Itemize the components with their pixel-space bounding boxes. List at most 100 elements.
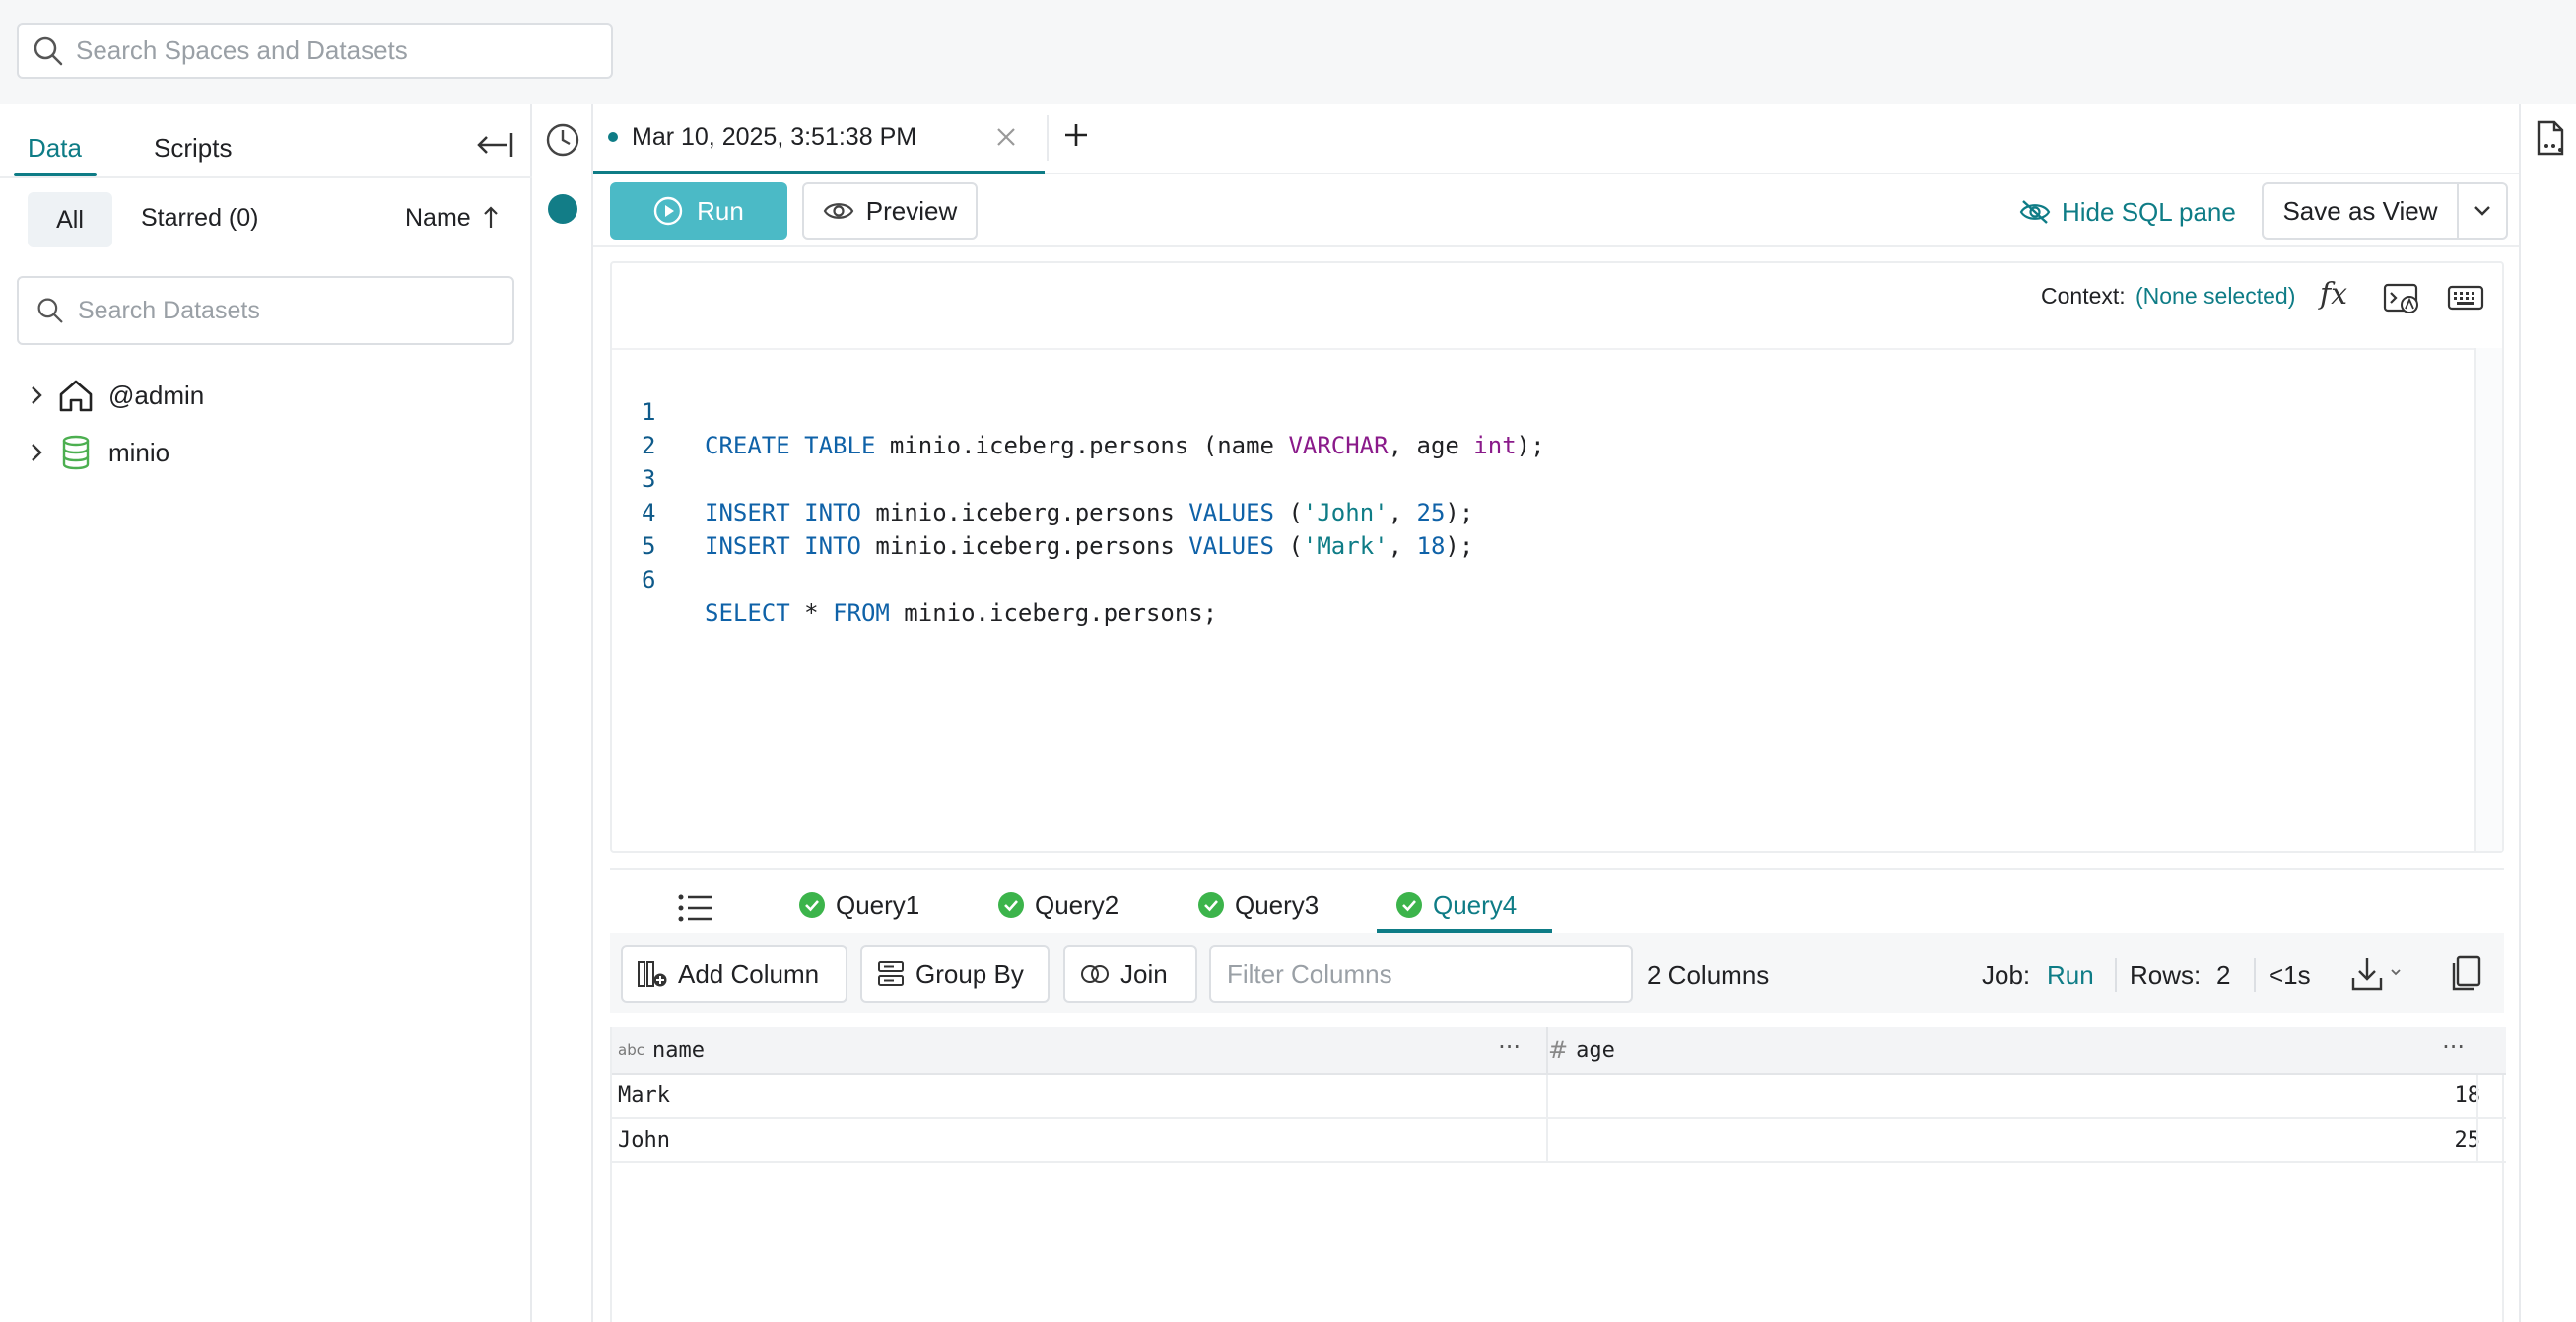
cell-age[interactable]: 25 [1548, 1119, 2481, 1161]
add-tab-button[interactable] [1060, 119, 1092, 151]
cell-name[interactable]: Mark [618, 1075, 1548, 1117]
search-icon [36, 297, 64, 324]
job-label: Job: [1982, 960, 2031, 990]
tab-query2[interactable]: Query2 [997, 887, 1119, 923]
more-icon[interactable]: ··· [2442, 1033, 2465, 1061]
chevron-down-icon[interactable] [2473, 204, 2492, 218]
table-row[interactable]: Mark 18 [612, 1075, 2506, 1119]
status-dot [548, 194, 577, 224]
sort-name-button[interactable]: Name [405, 204, 471, 233]
global-search-input[interactable] [76, 35, 588, 66]
chevron-right-icon[interactable] [30, 442, 43, 463]
query-tab-active[interactable]: Mar 10, 2025, 3:51:38 PM [593, 104, 1045, 174]
dataset-search-input[interactable] [78, 296, 492, 325]
collapse-panel-button[interactable] [473, 125, 520, 165]
document-icon[interactable] [2535, 119, 2566, 157]
function-icon[interactable]: fx [2320, 277, 2347, 312]
tab-query3[interactable]: Query3 [1197, 887, 1319, 923]
tree-item-admin[interactable]: @admin [30, 374, 204, 417]
left-panel: Data Scripts All Starred (0) Name @admin… [0, 104, 532, 1322]
check-circle-icon [997, 891, 1025, 919]
plus-icon [1065, 124, 1087, 146]
ai-assistant-icon[interactable] [2383, 281, 2420, 314]
list-icon[interactable] [677, 893, 714, 923]
add-column-icon [637, 959, 668, 989]
dataset-search-box[interactable] [17, 276, 514, 345]
global-search-box[interactable] [17, 23, 613, 79]
column-header-label: name [651, 1037, 705, 1063]
context-selector[interactable]: (None selected) [2135, 283, 2295, 310]
add-column-button[interactable]: Add Column [621, 945, 847, 1003]
code-line: 2 [612, 395, 698, 459]
code-line: 5 [612, 496, 698, 560]
run-button[interactable]: Run [610, 182, 787, 240]
tree-item-minio[interactable]: minio [30, 431, 169, 474]
code-area[interactable]: 1 CREATE TABLE minio.iceberg.persons (na… [612, 348, 2474, 851]
preview-button[interactable]: Preview [802, 182, 978, 240]
execution-time: <1s [2269, 960, 2311, 990]
filter-all-button[interactable]: All [28, 192, 112, 247]
line-number: 6 [642, 566, 656, 593]
keyboard-icon[interactable] [2447, 285, 2484, 311]
check-circle-icon [1197, 891, 1225, 919]
hide-sql-label: Hide SQL pane [2062, 196, 2236, 227]
code-text: INSERT INTO minio.iceberg.persons VALUES… [705, 532, 1474, 560]
code-text: CREATE TABLE minio.iceberg.persons (name… [705, 432, 1545, 459]
tab-query4[interactable]: Query4 [1395, 887, 1517, 923]
query-tab-label: Query1 [836, 889, 920, 920]
query-tab-title: Mar 10, 2025, 3:51:38 PM [632, 122, 917, 151]
group-by-button[interactable]: Group By [860, 945, 1050, 1003]
code-line: 1 CREATE TABLE minio.iceberg.persons (na… [612, 362, 1545, 459]
code-line: 6 SELECT * FROM minio.iceberg.persons; [612, 529, 1217, 627]
column-header-name[interactable]: abc name ··· [618, 1027, 1548, 1073]
search-icon [33, 35, 64, 67]
rows-label: Rows: [2130, 960, 2202, 990]
unsaved-dot [608, 132, 618, 142]
context-label: Context: [2041, 283, 2126, 309]
table-row[interactable]: John 25 [612, 1119, 2506, 1163]
query-tab-label: Query2 [1035, 889, 1119, 920]
side-rail [532, 104, 593, 1322]
code-line: 3 INSERT INTO minio.iceberg.persons VALU… [612, 429, 1473, 526]
tab-scripts[interactable]: Scripts [154, 133, 232, 164]
table-scrollbar-edge [2476, 1075, 2478, 1163]
filter-starred-button[interactable]: Starred (0) [141, 204, 258, 233]
code-text: INSERT INTO minio.iceberg.persons VALUES… [705, 499, 1474, 526]
cell-name[interactable]: John [618, 1119, 1548, 1161]
job-link[interactable]: Run [2047, 960, 2094, 991]
history-icon[interactable] [544, 121, 581, 159]
download-button[interactable] [2350, 954, 2406, 994]
separator [2254, 958, 2256, 992]
join-icon [1079, 962, 1111, 986]
eye-off-icon [2018, 198, 2052, 226]
sort-ascending-icon[interactable] [481, 202, 501, 232]
sql-editor[interactable]: Context: (None selected) fx 1 CREATE TAB… [610, 261, 2504, 853]
close-icon[interactable] [994, 125, 1018, 149]
join-button[interactable]: Join [1063, 945, 1197, 1003]
join-label: Join [1120, 958, 1168, 989]
tab-separator [1047, 115, 1049, 161]
chevron-right-icon[interactable] [30, 384, 43, 406]
filter-columns-box[interactable] [1209, 945, 1633, 1003]
tab-query1[interactable]: Query1 [798, 887, 919, 923]
save-as-view-button[interactable]: Save as View [2262, 182, 2508, 240]
copy-button[interactable] [2449, 954, 2482, 992]
editor-scrollbar[interactable] [2474, 348, 2502, 851]
hide-sql-pane-button[interactable]: Hide SQL pane [2018, 192, 2236, 232]
home-icon [57, 377, 95, 414]
group-by-label: Group By [915, 958, 1024, 989]
add-column-label: Add Column [678, 958, 820, 989]
column-header-age[interactable]: # age ··· [1548, 1027, 2476, 1073]
code-line: 4 INSERT INTO minio.iceberg.persons VALU… [612, 462, 1473, 560]
tab-data[interactable]: Data [28, 133, 82, 164]
more-icon[interactable]: ··· [1498, 1033, 1521, 1061]
results-tab-bar: Query1 Query2 Query3 Query4 [610, 868, 2504, 933]
query-tab-bar: Mar 10, 2025, 3:51:38 PM [593, 104, 2519, 174]
run-label: Run [697, 195, 744, 226]
query-tab-label: Query4 [1433, 889, 1518, 920]
cell-age[interactable]: 18 [1548, 1075, 2481, 1117]
filter-columns-input[interactable] [1227, 958, 1621, 990]
download-icon [2351, 958, 2401, 991]
panel-divider [0, 176, 532, 178]
column-count: 2 Columns [1647, 960, 1770, 990]
